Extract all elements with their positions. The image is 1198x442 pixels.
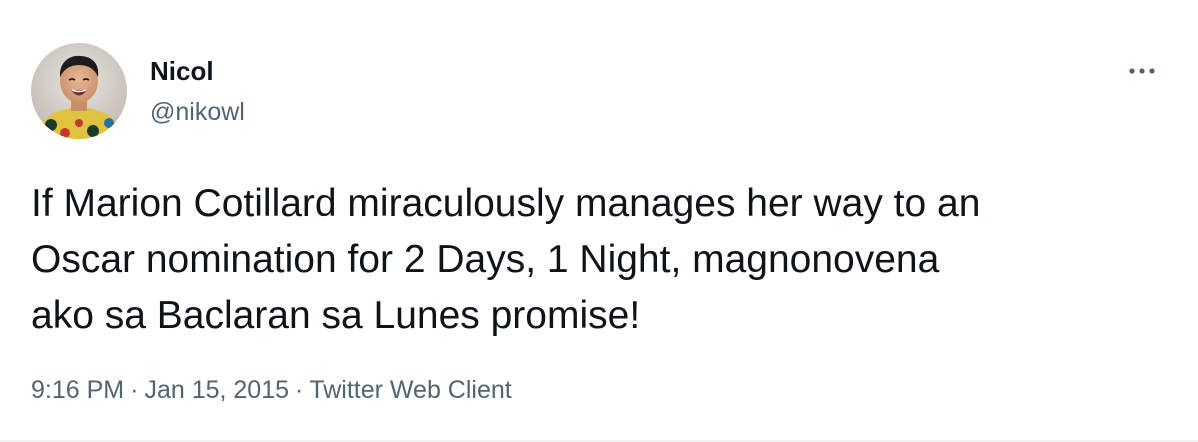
username-handle[interactable]: @nikowl — [150, 97, 245, 127]
timestamp-date[interactable]: Jan 15, 2015 — [144, 376, 289, 404]
avatar-photo — [31, 43, 127, 139]
more-horizontal-icon — [1129, 68, 1155, 74]
tweet-text-line: Oscar nomination for 2 Days, 1 Night, ma… — [31, 238, 940, 281]
tweet-text-line: ako sa Baclaran sa Lunes promise! — [31, 294, 641, 337]
timestamp-time[interactable]: 9:16 PM — [31, 376, 124, 404]
tweet-text: If Marion Cotillard miraculously manages… — [31, 176, 1171, 344]
more-options-button[interactable] — [1120, 56, 1164, 86]
tweet-card: Nicol @nikowl If Marion Cotillard miracu… — [0, 0, 1198, 440]
tweet-metadata: 9:16 PM · Jan 15, 2015 · Twitter Web Client — [31, 371, 512, 409]
tweet-source[interactable]: Twitter Web Client — [309, 376, 511, 404]
separator-dot: · — [295, 376, 304, 404]
tweet-text-line: If Marion Cotillard miraculously manages… — [31, 182, 981, 225]
avatar[interactable] — [31, 43, 127, 139]
separator-dot: · — [130, 376, 139, 404]
display-name[interactable]: Nicol — [150, 56, 214, 86]
